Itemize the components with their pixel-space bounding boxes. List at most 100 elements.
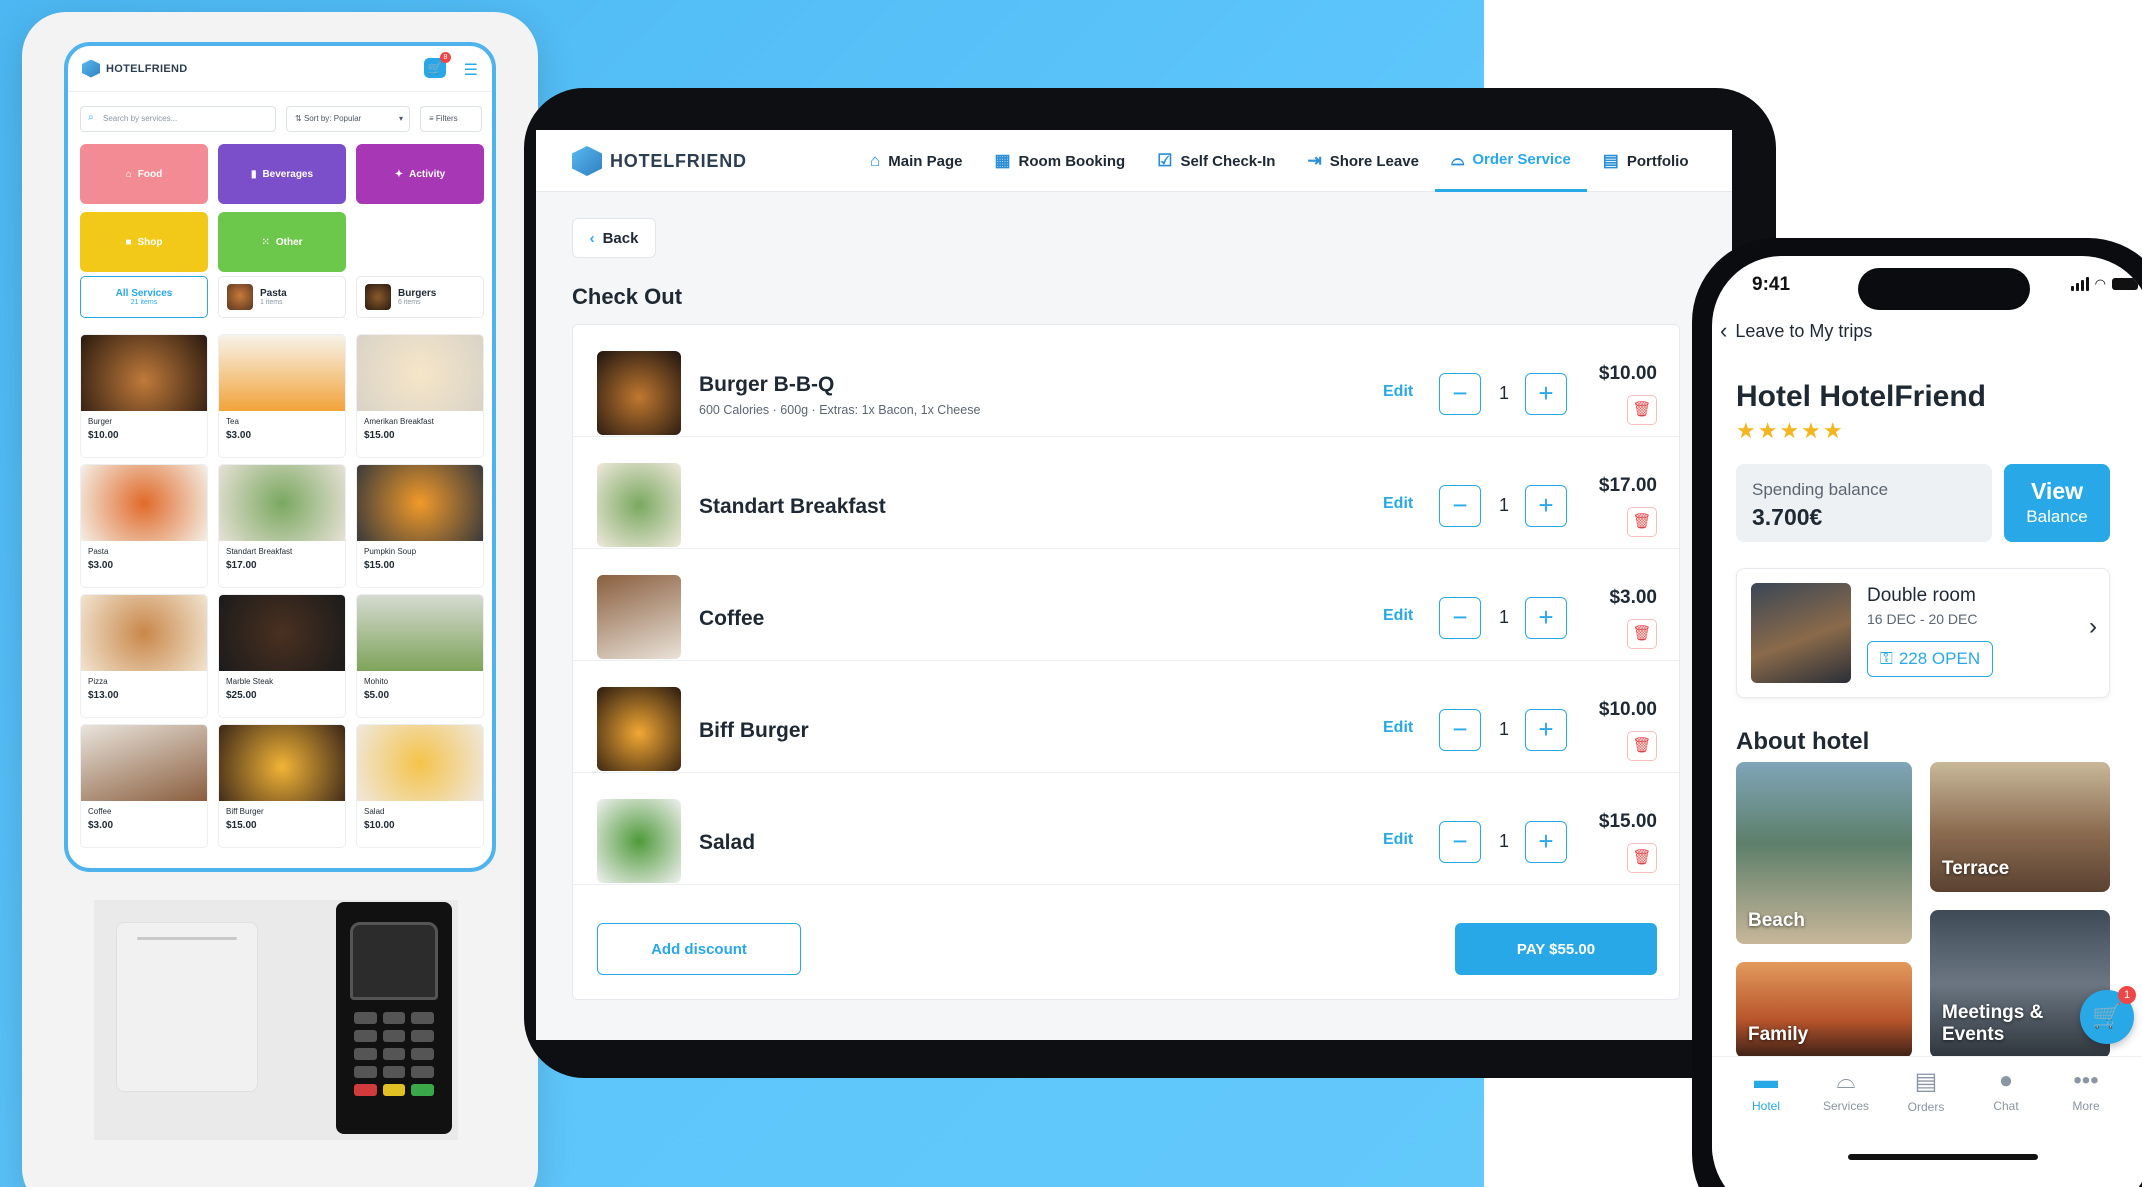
trash-icon[interactable]: 🗑 <box>1627 731 1657 761</box>
category-label: Beverages <box>262 168 314 180</box>
kiosk-item-card[interactable]: Standart Breakfast $17.00 <box>218 464 346 588</box>
spending-balance-card: Spending balance 3.700€ <box>1736 464 1992 542</box>
burgers-thumbnail <box>365 284 391 310</box>
nav-shore-leave[interactable]: ⇥ Shore Leave <box>1291 130 1434 192</box>
terminal-screen <box>350 922 438 1000</box>
document-icon: ▤ <box>1914 1068 1938 1095</box>
wifi-icon: ◠ <box>2094 276 2106 291</box>
edit-item-link[interactable]: Edit <box>1383 495 1413 513</box>
kiosk-item-card[interactable]: Mohito $5.00 <box>356 594 484 718</box>
kiosk-item-card[interactable]: Burger $10.00 <box>80 334 208 458</box>
kiosk-item-card[interactable]: Biff Burger $15.00 <box>218 724 346 848</box>
item-name: Pasta <box>88 547 109 556</box>
dynamic-island <box>1858 268 2030 310</box>
kiosk-item-card[interactable]: Pasta $3.00 <box>80 464 208 588</box>
hamburger-menu-icon[interactable]: ☰ <box>464 60 478 80</box>
trash-icon[interactable]: 🗑 <box>1627 619 1657 649</box>
view-balance-button[interactable]: View Balance <box>2004 464 2110 542</box>
trash-icon[interactable]: 🗑 <box>1627 395 1657 425</box>
tile-meetings-events[interactable]: Meetings & Events <box>1930 910 2110 1058</box>
kiosk-item-card[interactable]: Amerikan Breakfast $15.00 <box>356 334 484 458</box>
nav-label: Shore Leave <box>1329 152 1419 170</box>
kiosk-sort-label: Sort by: Popular <box>303 114 362 123</box>
nav-portfolio[interactable]: ▤ Portfolio <box>1587 130 1705 192</box>
category-shop[interactable]: ■ Shop <box>80 212 208 272</box>
payment-terminal[interactable] <box>336 902 452 1134</box>
kiosk-cart-button[interactable]: 🛒 8 <box>424 52 451 78</box>
shopping-bag-icon: ■ <box>125 236 132 248</box>
tab-orders[interactable]: ▤ Orders <box>1886 1067 1966 1114</box>
kiosk-item-card[interactable]: Tea $3.00 <box>218 334 346 458</box>
increase-quantity-button[interactable]: + <box>1525 821 1567 863</box>
item-price: $15.00 <box>364 560 395 571</box>
tab-hotel[interactable]: ▬ Hotel <box>1726 1067 1806 1113</box>
nav-label: Main Page <box>888 152 963 170</box>
kiosk-search-input[interactable]: ⌕ Search by services... <box>80 106 276 132</box>
checkout-card: Burger B-B-Q 600 Calories · 600g · Extras… <box>572 324 1680 1000</box>
calendar-icon: ▦ <box>994 151 1011 170</box>
tablet-logo[interactable]: HOTELFRIEND <box>572 146 747 176</box>
kiosk-logo-text: HOTELFRIEND <box>106 62 188 75</box>
nav-room-booking[interactable]: ▦ Room Booking <box>978 130 1141 192</box>
tab-chat[interactable]: ● Chat <box>1966 1067 2046 1113</box>
kiosk-item-card[interactable]: Pumpkin Soup $15.00 <box>356 464 484 588</box>
tab-more[interactable]: ••• More <box>2046 1067 2126 1113</box>
back-button[interactable]: ‹ Back <box>572 218 656 258</box>
category-food[interactable]: ⌂ Food <box>80 144 208 204</box>
category-label: Other <box>275 236 303 248</box>
decrease-quantity-button[interactable]: − <box>1439 821 1481 863</box>
edit-item-link[interactable]: Edit <box>1383 383 1413 401</box>
decrease-quantity-button[interactable]: − <box>1439 485 1481 527</box>
item-price: $15.00 <box>1598 811 1657 832</box>
increase-quantity-button[interactable]: + <box>1525 597 1567 639</box>
trash-icon[interactable]: 🗑 <box>1627 507 1657 537</box>
kiosk-sort-select[interactable]: ⇅ Sort by: Popular ▾ <box>286 106 410 132</box>
kiosk-item-card[interactable]: Coffee $3.00 <box>80 724 208 848</box>
category-beverages[interactable]: ▮ Beverages <box>218 144 346 204</box>
category-activity[interactable]: ✦ Activity <box>356 144 484 204</box>
tab-services[interactable]: ⌓ Services <box>1806 1067 1886 1113</box>
nav-main-page[interactable]: ⌂ Main Page <box>854 130 978 192</box>
cloche-icon: ⌂ <box>125 168 132 180</box>
decrease-quantity-button[interactable]: − <box>1439 373 1481 415</box>
room-card[interactable]: Double room 16 DEC - 20 DEC ⚿ 228 OPEN › <box>1736 568 2110 698</box>
tab-all-services[interactable]: All Services 21 items <box>80 276 208 318</box>
item-photo <box>357 725 483 801</box>
add-discount-button[interactable]: Add discount <box>597 923 801 975</box>
chevron-right-icon[interactable]: › <box>2089 613 2097 641</box>
tile-beach[interactable]: Beach <box>1736 762 1912 944</box>
pay-button[interactable]: PAY $55.00 <box>1455 923 1657 975</box>
increase-quantity-button[interactable]: + <box>1525 485 1567 527</box>
category-other[interactable]: ⁙ Other <box>218 212 346 272</box>
increase-quantity-button[interactable]: + <box>1525 709 1567 751</box>
item-photo <box>81 335 207 411</box>
tab-pasta[interactable]: Pasta 1 items <box>218 276 346 318</box>
tile-family[interactable]: Family <box>1736 962 1912 1058</box>
item-name: Biff Burger <box>226 807 264 816</box>
item-price: $3.00 <box>88 560 114 571</box>
tab-burgers[interactable]: Burgers 6 items <box>356 276 484 318</box>
edit-item-link[interactable]: Edit <box>1383 719 1413 737</box>
kiosk-logo[interactable]: HOTELFRIEND <box>82 59 188 78</box>
check-icon: ☑ <box>1157 151 1173 170</box>
nav-order-service[interactable]: ⌓ Order Service <box>1434 130 1587 192</box>
kiosk-filters-button[interactable]: ≡ Filters <box>420 106 482 132</box>
decrease-quantity-button[interactable]: − <box>1439 597 1481 639</box>
cart-fab-button[interactable]: 🛒 1 <box>2080 986 2136 1044</box>
item-photo <box>81 725 207 801</box>
kiosk-item-card[interactable]: Salad $10.00 <box>356 724 484 848</box>
edit-item-link[interactable]: Edit <box>1383 607 1413 625</box>
nav-label: Self Check-In <box>1180 152 1276 170</box>
signal-icon <box>2070 277 2089 291</box>
room-key-button[interactable]: ⚿ 228 OPEN <box>1867 641 1993 677</box>
increase-quantity-button[interactable]: + <box>1525 373 1567 415</box>
edit-item-link[interactable]: Edit <box>1383 831 1413 849</box>
decrease-quantity-button[interactable]: − <box>1439 709 1481 751</box>
item-name: Standart Breakfast <box>226 547 293 556</box>
tile-terrace[interactable]: Terrace <box>1930 762 2110 892</box>
kiosk-item-card[interactable]: Marble Steak $25.00 <box>218 594 346 718</box>
trash-icon[interactable]: 🗑 <box>1627 843 1657 873</box>
leave-to-trips-link[interactable]: ‹ Leave to My trips <box>1720 318 1872 344</box>
kiosk-item-card[interactable]: Pizza $13.00 <box>80 594 208 718</box>
nav-self-check-in[interactable]: ☑ Self Check-In <box>1141 130 1291 192</box>
